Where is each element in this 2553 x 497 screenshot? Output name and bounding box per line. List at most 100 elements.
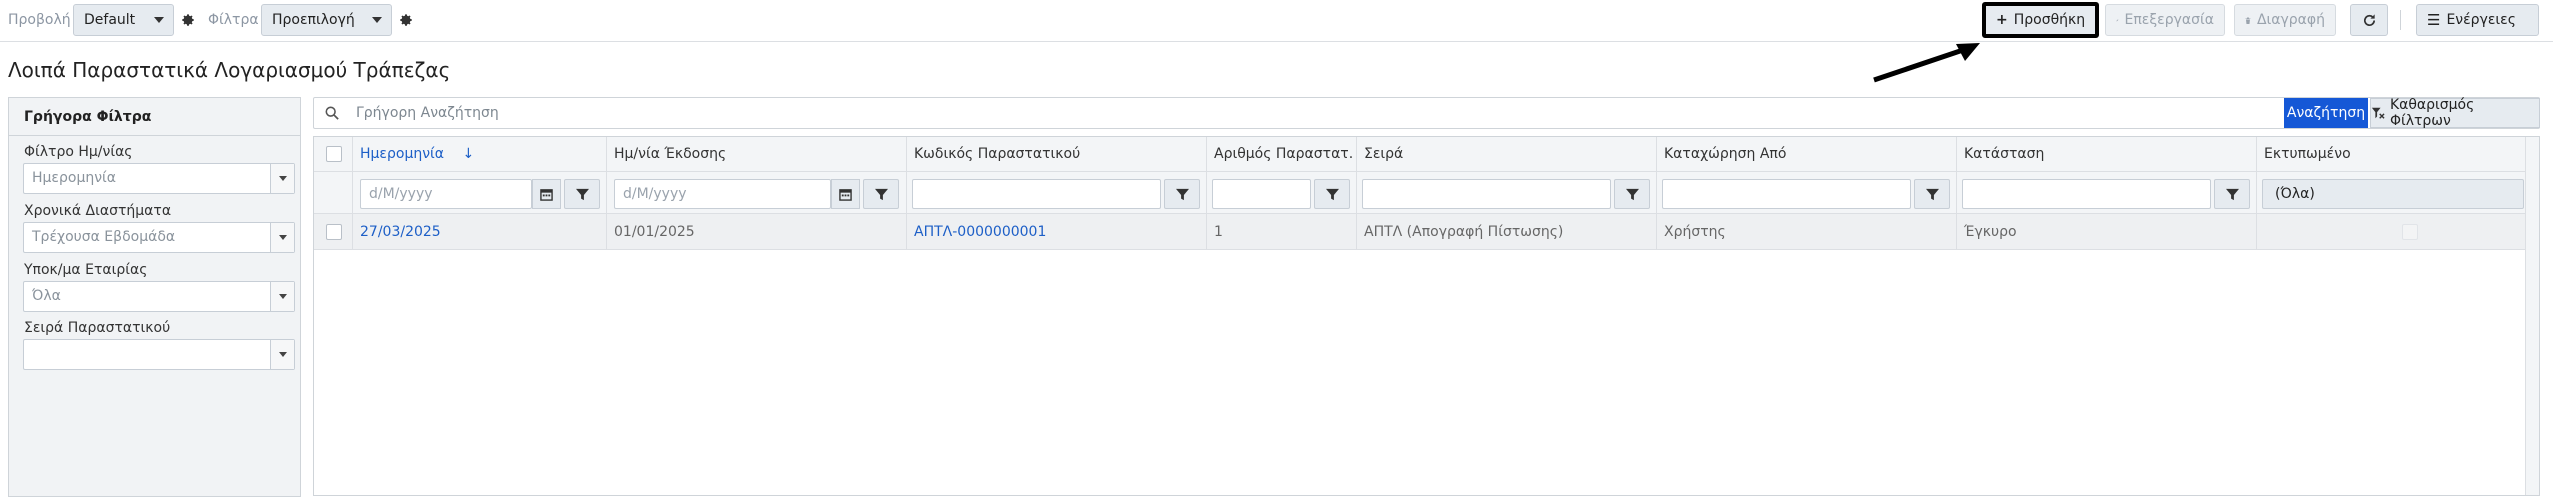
column-header-status[interactable]: Κατάσταση: [1958, 137, 2254, 172]
trash-icon: [2245, 17, 2251, 24]
filter-icon: [575, 188, 589, 200]
actions-dropdown[interactable]: ☰ Ενέργειες: [2416, 4, 2539, 36]
row-checkbox[interactable]: [326, 224, 342, 240]
delete-button-label: Διαγραφή: [2256, 12, 2325, 28]
chevron-down-icon: [270, 223, 294, 252]
issue-date-picker-button[interactable]: [831, 179, 860, 209]
doc-series-label: Σειρά Παραστατικού: [24, 320, 171, 336]
page-title: Λοιπά Παραστατικά Λογαριασμού Τράπεζας: [8, 58, 451, 82]
company-branch-select[interactable]: Όλα: [23, 281, 295, 312]
column-divider: [606, 137, 607, 250]
data-grid: Ημερομηνία ↓ Ημ/νία Έκδοσης Κωδικός Παρα…: [313, 136, 2540, 496]
filters-label: Φίλτρα: [208, 12, 259, 28]
clear-filters-label: Καθαρισμός Φίλτρων: [2389, 97, 2475, 129]
date-filter-label: Φίλτρο Ημ/νίας: [24, 144, 133, 160]
row-series: ΑΠΤΛ (Απογραφή Πίστωσης): [1364, 224, 1564, 240]
edit-button[interactable]: Επεξεργασία: [2105, 4, 2225, 36]
chevron-down-icon: [372, 17, 382, 23]
entered-by-filter-input[interactable]: [1662, 179, 1911, 209]
column-header-date[interactable]: Ημερομηνία ↓: [354, 137, 604, 172]
time-range-select[interactable]: Τρέχουσα Εβδομάδα: [23, 222, 295, 253]
quick-filters-panel: Γρήγορα Φίλτρα Φίλτρο Ημ/νίας Ημερομηνία…: [8, 97, 301, 497]
filters-dropdown-value: Προεπιλογή: [272, 12, 355, 28]
date-picker-button[interactable]: [532, 179, 561, 209]
view-dropdown-value: Default: [84, 12, 136, 28]
add-button[interactable]: + Προσθήκη: [1982, 2, 2099, 38]
column-header-doc-code[interactable]: Κωδικός Παραστατικού: [908, 137, 1204, 172]
gear-icon: [182, 14, 194, 26]
issue-date-filter-button[interactable]: [863, 179, 899, 209]
column-divider: [1356, 137, 1357, 250]
column-divider: [1656, 137, 1657, 250]
chevron-down-icon: [270, 340, 294, 369]
calendar-icon: [839, 188, 852, 201]
toolbar-divider: [2400, 10, 2401, 30]
filter-icon: [1625, 188, 1639, 200]
entered-by-filter-button[interactable]: [1914, 179, 1950, 209]
actions-dropdown-label: Ενέργειες: [2446, 12, 2516, 28]
date-filter-button[interactable]: [564, 179, 600, 209]
view-label: Προβολή: [8, 12, 71, 28]
row-status: Έγκυρο: [1964, 224, 2017, 240]
annotation-arrow-icon: [1873, 43, 1980, 83]
status-filter-button[interactable]: [2214, 179, 2250, 209]
pencil-icon: [2116, 18, 2119, 21]
column-header-doc-number[interactable]: Αριθμός Παραστατ...: [1208, 137, 1354, 172]
issue-date-filter-input[interactable]: d/M/yyyy: [614, 179, 831, 209]
refresh-button[interactable]: [2350, 4, 2388, 36]
row-date-link[interactable]: 27/03/2025: [354, 214, 441, 250]
search-button[interactable]: Αναζήτηση: [2284, 98, 2368, 128]
plus-icon: +: [1996, 12, 2008, 28]
doc-code-filter-input[interactable]: [912, 179, 1161, 209]
row-printed-checkbox: [2402, 224, 2418, 240]
column-header-entered-by[interactable]: Καταχώρηση Από: [1658, 137, 1954, 172]
date-filter-value: Ημερομηνία: [32, 170, 117, 186]
select-all-checkbox[interactable]: [326, 146, 342, 162]
quick-filters-title: Γρήγορα Φίλτρα: [9, 98, 300, 136]
delete-button[interactable]: Διαγραφή: [2234, 4, 2336, 36]
clear-filters-button[interactable]: Καθαρισμός Φίλτρων: [2370, 97, 2540, 129]
doc-number-filter-button[interactable]: [1314, 179, 1350, 209]
company-branch-label: Υποκ/μα Εταιρίας: [24, 262, 148, 278]
row-doc-number: 1: [1214, 224, 1223, 240]
menu-icon: ☰: [2427, 11, 2441, 29]
filters-settings-button[interactable]: [392, 4, 420, 36]
column-divider: [352, 137, 353, 250]
filters-dropdown[interactable]: Προεπιλογή: [261, 4, 392, 36]
column-header-printed[interactable]: Εκτυπωμένο: [2258, 137, 2518, 172]
filter-icon: [1325, 188, 1339, 200]
chevron-down-icon: [270, 164, 294, 193]
time-range-value: Τρέχουσα Εβδομάδα: [32, 229, 176, 245]
column-header-issue-date[interactable]: Ημ/νία Έκδοσης: [608, 137, 904, 172]
quick-search-input[interactable]: [354, 101, 1854, 125]
filter-clear-icon: [2371, 107, 2385, 119]
chevron-down-icon: [270, 282, 294, 311]
grid-scrollbar[interactable]: [2525, 137, 2539, 495]
date-filter-input[interactable]: d/M/yyyy: [360, 179, 532, 209]
doc-code-filter-button[interactable]: [1164, 179, 1200, 209]
row-entered-by: Χρήστης: [1664, 224, 1726, 240]
sort-descending-icon: ↓: [462, 146, 475, 162]
printed-filter-select[interactable]: (Όλα): [2262, 179, 2524, 209]
column-divider: [2256, 137, 2257, 250]
status-filter-input[interactable]: [1962, 179, 2211, 209]
view-dropdown[interactable]: Default: [73, 4, 174, 36]
date-filter-select[interactable]: Ημερομηνία: [23, 163, 295, 194]
calendar-icon: [540, 188, 553, 201]
top-toolbar: Προβολή Default Φίλτρα Προεπιλογή + Προσ…: [0, 0, 2553, 42]
doc-number-filter-input[interactable]: [1212, 179, 1311, 209]
series-filter-input[interactable]: [1362, 179, 1611, 209]
column-header-series[interactable]: Σειρά: [1358, 137, 1654, 172]
quick-search-bar: [313, 97, 2540, 129]
column-divider: [906, 137, 907, 250]
column-header-date-label: Ημερομηνία: [360, 146, 445, 162]
series-filter-button[interactable]: [1614, 179, 1650, 209]
gear-icon: [400, 14, 412, 26]
view-settings-button[interactable]: [174, 4, 202, 36]
column-divider: [1956, 137, 1957, 250]
edit-button-label: Επεξεργασία: [2124, 12, 2214, 28]
row-doc-code-link[interactable]: ΑΠΤΛ-0000000001: [908, 214, 1046, 250]
filter-icon: [2225, 188, 2239, 200]
doc-series-select[interactable]: [23, 339, 295, 370]
refresh-icon: [2363, 13, 2375, 26]
